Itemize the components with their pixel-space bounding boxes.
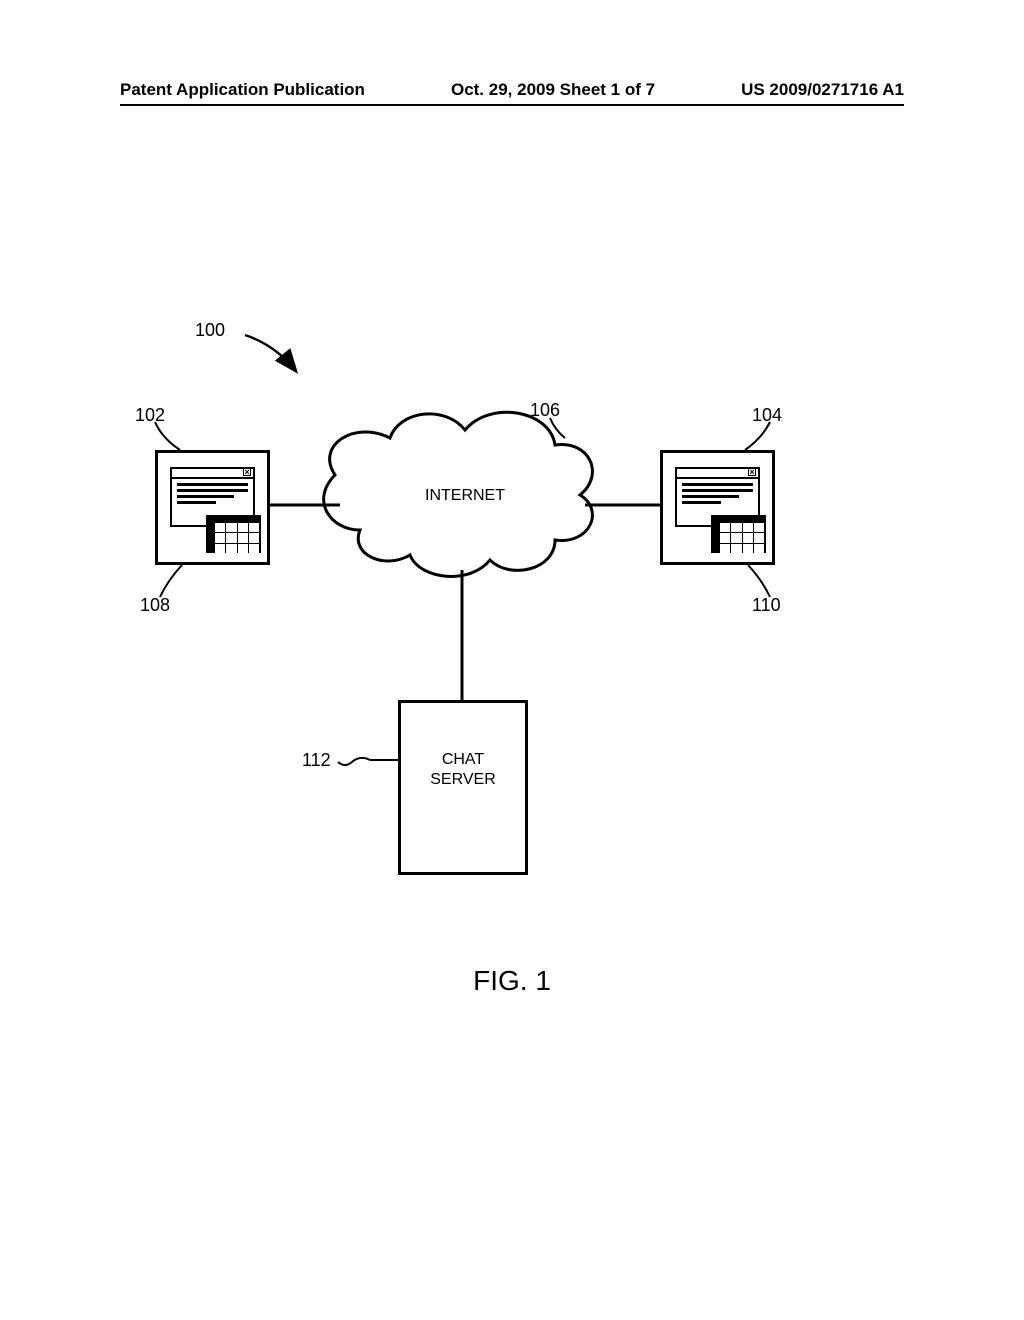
window-lines-left <box>177 483 248 507</box>
ref-106: 106 <box>530 400 560 421</box>
close-icon: × <box>748 468 756 476</box>
lead-112-tilde <box>338 758 370 765</box>
chat-server-label: CHAT SERVER <box>398 750 528 790</box>
lead-102 <box>155 422 180 450</box>
lead-110 <box>748 565 770 597</box>
ref100-arrow <box>245 335 295 370</box>
chat-window-left <box>206 515 261 553</box>
lead-108 <box>160 565 182 597</box>
window-left-titlebar: × <box>172 469 253 479</box>
ref-100: 100 <box>195 320 225 341</box>
window-lines-right <box>682 483 753 507</box>
lead-104 <box>745 422 770 450</box>
computer-right: × <box>660 450 775 565</box>
ref-108: 108 <box>140 595 170 616</box>
figure-caption: FIG. 1 <box>0 965 1024 997</box>
chat-window-right <box>711 515 766 553</box>
close-icon: × <box>243 468 251 476</box>
ref-110: 110 <box>752 595 781 616</box>
diagram-svg <box>0 0 1024 1320</box>
ref-102: 102 <box>135 405 165 426</box>
computer-left: × <box>155 450 270 565</box>
ref-104: 104 <box>752 405 782 426</box>
window-right-titlebar: × <box>677 469 758 479</box>
cloud-label: INTERNET <box>395 486 535 506</box>
ref-112: 112 <box>302 750 331 771</box>
